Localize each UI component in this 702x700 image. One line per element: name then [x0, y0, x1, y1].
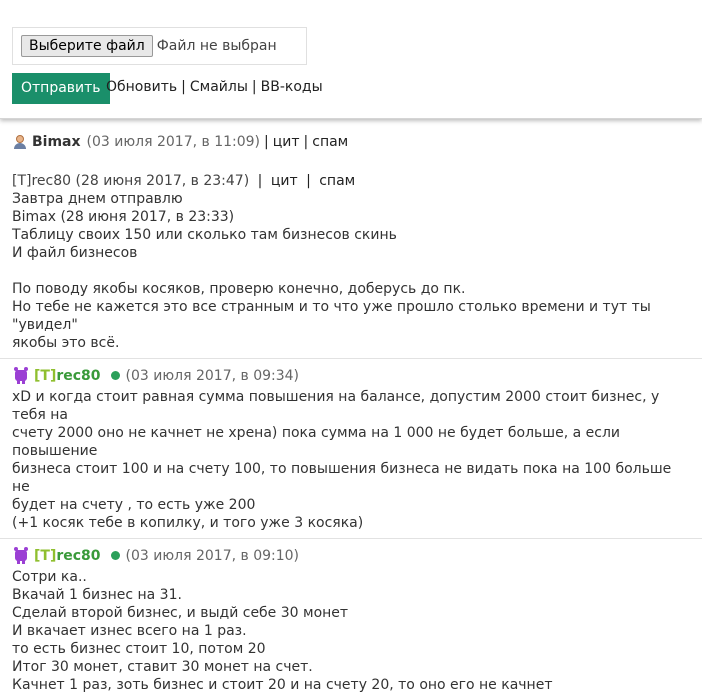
quote-header: [T]rec80 (28 июня 2017, в 23:47) | цит |…: [12, 172, 690, 190]
post-header: Bimax (03 июля 2017, в 11:09) | цит | сп…: [12, 129, 690, 154]
post-text: Сделай второй бизнес, и выдй себе 30 мон…: [12, 605, 349, 621]
separator: |: [257, 173, 263, 189]
user-icon: [12, 134, 28, 150]
quote-text: Завтра днем отправлю: [12, 191, 183, 207]
post: Bimax (03 июля 2017, в 11:09) | цит | сп…: [0, 125, 702, 359]
quote-link[interactable]: цит: [273, 134, 300, 150]
nested-quote-author: Bimax (28 июня 2017, в 23:33): [12, 209, 235, 225]
post-text: xD и когда стоит равная сумма повышения …: [12, 389, 660, 423]
file-upload-field: Выберите файл Файл не выбран: [12, 27, 307, 65]
post-text: бизнеса стоит 100 и на счету 100, то пов…: [12, 461, 672, 495]
form-links: Обновить | Смайлы | BB-коды: [106, 79, 323, 95]
post: [T]rec80 (03 июля 2017, в 09:34) xD и ко…: [0, 359, 702, 539]
quote-link[interactable]: цит: [271, 173, 298, 189]
post-author[interactable]: Bimax: [32, 134, 81, 150]
separator: |: [306, 173, 311, 189]
quote-author-line: [T]rec80 (28 июня 2017, в 23:47): [12, 173, 250, 189]
post-text: И вкачает изнес всего на 1 раз.: [12, 623, 247, 639]
spam-link[interactable]: спам: [319, 173, 355, 189]
post-header: [T]rec80 (03 июля 2017, в 09:10): [12, 543, 690, 568]
post-date: (03 июля 2017, в 11:09): [86, 133, 261, 150]
reply-form: Выберите файл Файл не выбран Отправить О…: [0, 0, 702, 119]
separator: |: [303, 133, 309, 150]
post-text: Качнет 1 раз, зоть бизнес и стоит 20 и н…: [12, 677, 553, 693]
post: [T]rec80 (03 июля 2017, в 09:10) Сотри к…: [0, 539, 702, 700]
post-date: (03 июля 2017, в 09:10): [125, 547, 300, 564]
post-header: [T]rec80 (03 июля 2017, в 09:34): [12, 363, 690, 388]
choose-file-button[interactable]: Выберите файл: [21, 35, 153, 57]
post-text: Вкачай 1 бизнес на 31.: [12, 587, 182, 603]
refresh-link[interactable]: Обновить: [106, 79, 177, 95]
file-status-text: Файл не выбран: [156, 38, 277, 54]
post-author[interactable]: [T]rec80: [34, 368, 101, 384]
post-text: (+1 косяк тебе в копилку, и того уже 3 к…: [12, 515, 364, 531]
post-text: Итог 30 монет, ставит 30 монет на счет.: [12, 659, 313, 675]
post-text: то есть бизнес стоит 10, потом 20: [12, 641, 266, 657]
post-text: будет на счету , то есть уже 200: [12, 497, 256, 513]
post-text: Но тебе не кажется это все странным и то…: [12, 299, 651, 333]
bbcodes-link[interactable]: BB-коды: [261, 79, 323, 95]
separator: |: [251, 79, 257, 95]
online-status-icon: [110, 551, 120, 560]
post-text: Сотри ка..: [12, 569, 87, 585]
post-author[interactable]: [T]rec80: [34, 548, 101, 564]
post-text: По поводу якобы косяков, проверю конечно…: [12, 281, 466, 297]
submit-button[interactable]: Отправить: [12, 73, 110, 104]
nested-quote-text: Таблицу своих 150 или сколько там бизнес…: [12, 227, 397, 243]
smiles-link[interactable]: Смайлы: [190, 79, 248, 95]
monster-avatar-icon: [12, 367, 30, 384]
quote-block: [T]rec80 (28 июня 2017, в 23:47) | цит |…: [12, 172, 690, 262]
post-text: якобы это всё.: [12, 335, 120, 351]
nested-quote-text: И файл бизнесов: [12, 245, 138, 261]
separator: |: [181, 79, 186, 95]
post-date: (03 июля 2017, в 09:34): [125, 367, 300, 384]
online-status-icon: [110, 371, 120, 380]
post-text: счету 2000 оно не качнет не хрена) пока …: [12, 425, 621, 459]
spam-link[interactable]: спам: [312, 134, 348, 150]
monster-avatar-icon: [12, 547, 30, 564]
separator: |: [264, 133, 269, 150]
